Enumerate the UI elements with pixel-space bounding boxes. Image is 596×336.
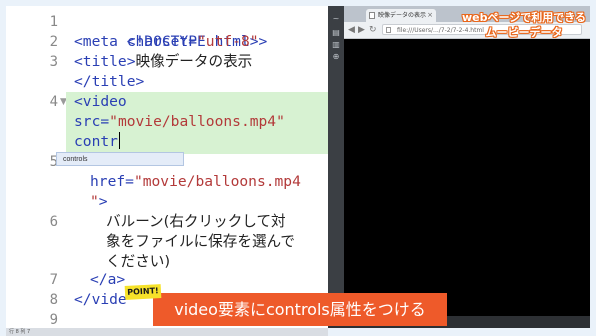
browser-side-panel: ~ ▤ ▥ ⊕	[328, 6, 344, 328]
point-badge: POINT!	[124, 284, 162, 300]
line-number: 9	[49, 312, 58, 328]
editor-status-bar: 行 8 列 7	[6, 328, 328, 336]
tab-title: 映像データの表示	[378, 12, 427, 19]
subtitle-banner: video要素にcontrols属性をつける	[153, 293, 447, 326]
code-line-link-text-3: ください)	[106, 253, 171, 270]
panel-icon[interactable]: ▥	[332, 41, 340, 49]
file-icon	[386, 27, 391, 33]
line-number: 7	[49, 272, 58, 288]
code-line-title: <title>映像データの表示	[74, 53, 253, 70]
overlay-caption-line-2: ムービーデータ	[485, 26, 563, 39]
wave-icon[interactable]: ~	[332, 15, 340, 23]
code-editor[interactable]: 1 2 3 4 ▼ 5 ▼ 6 7 8 9 <!DOCTYPE html> <m…	[6, 6, 328, 328]
code-line-link-text-2: 象をファイルに保存を選んで	[106, 233, 295, 250]
forward-icon[interactable]: ▶	[358, 24, 365, 36]
line-number: 1	[49, 14, 58, 30]
panel-icon[interactable]: ▤	[332, 29, 340, 37]
line-number: 5	[49, 154, 58, 170]
line-number: 2	[49, 34, 58, 50]
code-line-video-open: <video	[74, 93, 127, 110]
line-number: 6	[49, 214, 58, 230]
line-gutter: 1 2 3 4 ▼ 5 ▼ 6 7 8 9	[6, 6, 67, 328]
code-line-typing: contr	[74, 132, 121, 152]
text-caret	[118, 132, 121, 149]
close-icon[interactable]: ×	[427, 9, 433, 22]
line-number: 4	[49, 94, 58, 110]
code-line-href-end: ">	[90, 193, 108, 210]
code-line-title-close: </title>	[74, 73, 145, 90]
browser-tab[interactable]: 映像データの表示 ×	[366, 9, 436, 22]
browser-window: ~ ▤ ▥ ⊕ 映像データの表示 × ◀ ▶ ↻ file:///Users/.…	[328, 6, 590, 328]
overlay-caption-line-1: webページで利用できる	[461, 11, 587, 24]
reload-icon[interactable]: ↻	[369, 24, 377, 36]
code-text-area[interactable]: <!DOCTYPE html> <meta charset="utf-8"> <…	[66, 6, 328, 328]
line-number: 8	[49, 292, 58, 308]
back-icon[interactable]: ◀	[348, 24, 355, 36]
line-number: 3	[49, 54, 58, 70]
page-icon	[369, 12, 375, 19]
code-line-meta: <meta charset="utf-8">	[74, 33, 268, 50]
code-line-video-close: </vide	[74, 291, 127, 308]
autocomplete-suggestion[interactable]: controls	[56, 152, 184, 166]
add-icon[interactable]: ⊕	[332, 53, 340, 61]
code-line-href: href="movie/balloons.mp4	[90, 173, 301, 190]
overlay-caption: webページで利用できる ムービーデータ	[455, 10, 593, 40]
code-line-video-src: src="movie/balloons.mp4"	[74, 113, 285, 130]
page-viewport	[344, 39, 590, 316]
code-line-link-text-1: バルーン(右クリックして対	[106, 213, 286, 230]
code-line-a-close: </a>	[90, 271, 126, 288]
